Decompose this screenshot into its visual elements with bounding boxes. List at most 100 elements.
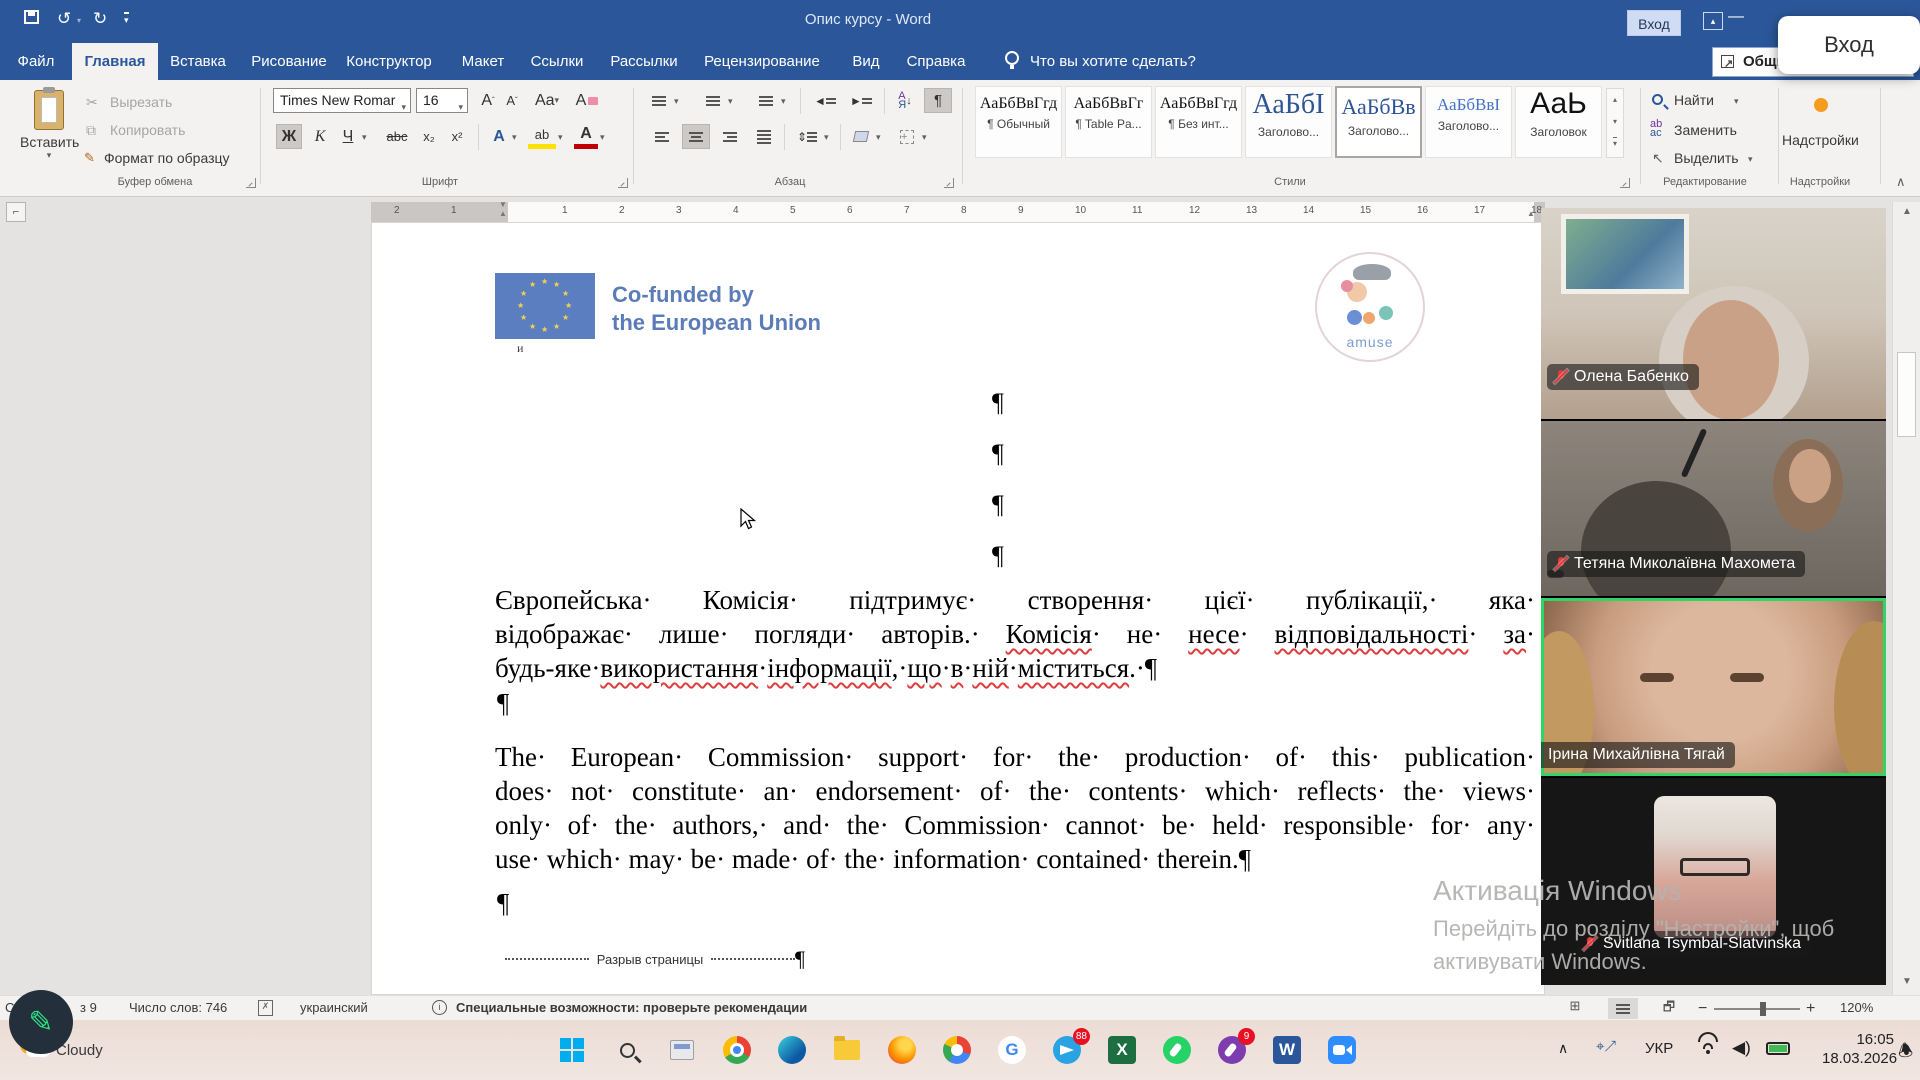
style-heading1[interactable]: АаБбІ Заголово... (1245, 86, 1332, 158)
tray-expand-icon[interactable]: ∧ (1558, 1040, 1568, 1080)
print-layout-button[interactable] (1608, 998, 1638, 1019)
styles-dialog-launcher-icon[interactable] (1620, 178, 1630, 188)
tab-draw[interactable]: Рисование (242, 43, 336, 80)
word-count[interactable]: Число слов: 746 (129, 1000, 227, 1015)
font-color-caret-icon[interactable]: ▾ (600, 132, 605, 143)
paragraph-dialog-launcher-icon[interactable] (944, 178, 954, 188)
battery-icon[interactable] (1766, 1042, 1790, 1080)
select-icon[interactable]: ↖ (1652, 150, 1664, 167)
tab-insert[interactable]: Вставка (160, 43, 236, 80)
tab-file[interactable]: Файл (12, 43, 60, 80)
select-button[interactable]: Выделить (1674, 150, 1739, 166)
tab-references[interactable]: Ссылки (524, 43, 590, 80)
italic-button[interactable]: К (308, 124, 332, 149)
zoom-in-button[interactable]: + (1806, 1000, 1815, 1018)
cut-button[interactable]: Вырезать (110, 94, 172, 110)
undo-caret-icon[interactable]: ▾ (77, 16, 81, 25)
grow-font-button[interactable]: Aˆ (476, 88, 500, 113)
find-caret-icon[interactable]: ▾ (1734, 96, 1739, 107)
shading-caret-icon[interactable]: ▾ (876, 132, 881, 143)
read-mode-button[interactable]: ⊞ (1560, 998, 1590, 1019)
shading-button[interactable] (848, 124, 874, 149)
increase-indent-button[interactable]: ► (846, 88, 876, 113)
replace-button[interactable]: Заменить (1674, 122, 1737, 138)
tab-help[interactable]: Справка (904, 43, 968, 80)
eng-paragraph-line4[interactable]: use· which· may· be· made· of· the· info… (495, 844, 1535, 875)
tab-mailings[interactable]: Рассылки (604, 43, 684, 80)
speaker-icon[interactable]: ◀) (1732, 1038, 1751, 1080)
google-app-icon[interactable]: G (996, 1034, 1028, 1066)
search-icon[interactable] (611, 1034, 643, 1066)
line-spacing-caret-icon[interactable]: ▾ (824, 132, 829, 143)
tray-mic-location-icon[interactable]: ⌖↗ (1596, 1038, 1616, 1080)
font-color-button[interactable]: А (574, 124, 598, 149)
edge-icon[interactable] (776, 1034, 808, 1066)
multilevel-caret-icon[interactable]: ▾ (781, 96, 786, 107)
highlight-button[interactable]: ab (528, 124, 556, 149)
justify-button[interactable] (750, 124, 778, 149)
numbering-button[interactable] (700, 88, 726, 113)
annotation-tool-button[interactable]: ✎ (9, 990, 73, 1054)
collapse-ribbon-icon[interactable]: ∧ (1896, 174, 1906, 190)
tab-view[interactable]: Вид (844, 43, 888, 80)
zoom-out-button[interactable]: − (1698, 1000, 1707, 1018)
text-effects-button[interactable]: A (486, 124, 512, 149)
start-button[interactable] (556, 1034, 588, 1066)
ukr-paragraph-line3[interactable]: будь-яке·використання·інформації,·що·в·н… (495, 653, 1535, 684)
tab-review[interactable]: Рецензирование (696, 43, 828, 80)
chrome-icon[interactable] (721, 1034, 753, 1066)
browser-icon-2[interactable] (941, 1034, 973, 1066)
decrease-indent-button[interactable]: ◄ (810, 88, 840, 113)
zoom-app-icon[interactable] (1326, 1034, 1358, 1066)
bold-button[interactable]: Ж (276, 124, 302, 149)
ukr-paragraph-line2[interactable]: відображає· лише· погляди· авторів.· Ком… (495, 619, 1535, 650)
language-switcher[interactable]: УКР (1645, 1040, 1673, 1080)
format-painter-icon[interactable]: ✎ (84, 150, 95, 166)
align-center-button[interactable] (682, 124, 710, 149)
addins-button[interactable]: Надстройки (1782, 132, 1859, 148)
eng-paragraph-line3[interactable]: only· of· the· authors,· and· the· Commi… (495, 810, 1535, 841)
style-title[interactable]: АаЬ Заголовок (1515, 86, 1602, 158)
proofing-icon[interactable]: ✗ (258, 1000, 273, 1016)
zoom-slider-track[interactable] (1714, 1008, 1800, 1010)
task-view-icon[interactable] (666, 1034, 698, 1066)
copy-button[interactable]: Копировать (110, 122, 185, 138)
eng-paragraph-line2[interactable]: does· not· constitute· an· endorsement· … (495, 776, 1535, 807)
underline-caret-icon[interactable]: ▾ (362, 132, 367, 143)
font-size-combo[interactable]: 16▾ (416, 88, 468, 113)
excel-icon[interactable]: X (1106, 1034, 1138, 1066)
format-painter-button[interactable]: Формат по образцу (104, 150, 230, 166)
tellme-box[interactable]: Что вы хотите сделать? (1030, 43, 1220, 80)
copy-icon[interactable]: ⧉ (86, 122, 96, 139)
borders-button[interactable]: + (894, 124, 920, 149)
word-icon[interactable]: W (1271, 1034, 1303, 1066)
style-heading2-selected[interactable]: АаБбВв Заголово... (1335, 86, 1422, 158)
file-explorer-icon[interactable] (831, 1034, 863, 1066)
numbering-caret-icon[interactable]: ▾ (728, 96, 733, 107)
signin-tooltip[interactable]: Вход (1778, 16, 1920, 74)
signin-button[interactable]: Вход (1627, 10, 1681, 36)
superscript-button[interactable]: x² (444, 124, 470, 149)
zoom-slider-thumb[interactable] (1760, 1002, 1766, 1016)
first-line-indent-marker[interactable]: ▼ (499, 200, 507, 209)
ukr-paragraph-line1[interactable]: Європейська· Комісія· підтримує· створен… (495, 585, 1535, 616)
font-dialog-launcher-icon[interactable] (618, 178, 628, 188)
scrollbar-thumb[interactable] (1897, 352, 1916, 437)
language-indicator[interactable]: украинский (300, 1000, 368, 1015)
show-marks-button[interactable]: ¶ (924, 88, 952, 113)
bullets-caret-icon[interactable]: ▾ (674, 96, 679, 107)
strikethrough-button[interactable]: abc (380, 124, 414, 149)
ribbon-display-options-icon[interactable]: ▴ (1703, 12, 1723, 30)
cut-icon[interactable]: ✂ (86, 94, 98, 111)
wifi-icon[interactable] (1698, 1032, 1718, 1080)
style-table-paragraph[interactable]: АаБбВвГг ¶ Table Pa... (1065, 86, 1152, 158)
redo-icon[interactable]: ↻ (93, 9, 107, 29)
minimize-button[interactable]: — (1728, 8, 1744, 26)
multilevel-list-button[interactable] (753, 88, 779, 113)
find-icon[interactable] (1652, 94, 1663, 105)
replace-icon[interactable]: abac (1650, 120, 1662, 138)
align-right-button[interactable] (716, 124, 744, 149)
focus-assist-bell-icon[interactable]: 🕭 (1898, 1038, 1913, 1080)
change-case-button[interactable]: Aa▾ (530, 88, 564, 113)
style-normal[interactable]: АаБбВвГгд ¶ Обычный (975, 86, 1062, 158)
